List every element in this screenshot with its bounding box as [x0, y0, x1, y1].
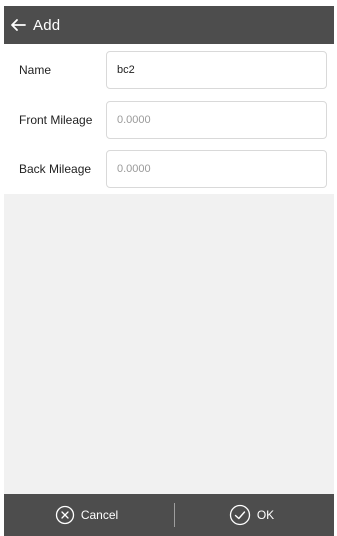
name-label: Name	[19, 63, 52, 77]
cancel-label: Cancel	[80, 508, 119, 522]
app-bar: Add	[4, 6, 334, 44]
cancel-button[interactable]: Cancel	[4, 494, 169, 536]
check-circle-icon	[229, 504, 250, 526]
front-mileage-label: Front Mileage	[19, 113, 93, 127]
page-title: Add	[33, 16, 61, 34]
add-form: Name bc2 Front Mileage 0.0000 Back Milea…	[4, 44, 334, 194]
ok-button[interactable]: OK	[169, 494, 334, 536]
close-circle-icon	[55, 505, 74, 525]
ok-label: OK	[256, 508, 275, 522]
bottom-action-bar: Cancel OK	[4, 494, 334, 536]
back-mileage-field[interactable]: 0.0000	[106, 150, 327, 188]
app-frame: Add Name bc2 Front Mileage 0.0000 Back M…	[4, 6, 334, 536]
back-mileage-label: Back Mileage	[19, 162, 92, 176]
arrow-left-icon[interactable]	[10, 16, 28, 34]
button-divider	[174, 503, 175, 527]
name-row: Name bc2	[4, 49, 334, 91]
front-mileage-row: Front Mileage 0.0000	[4, 99, 334, 141]
front-mileage-field[interactable]: 0.0000	[106, 101, 327, 139]
name-field[interactable]: bc2	[106, 51, 327, 89]
back-mileage-row: Back Mileage 0.0000	[4, 148, 334, 190]
